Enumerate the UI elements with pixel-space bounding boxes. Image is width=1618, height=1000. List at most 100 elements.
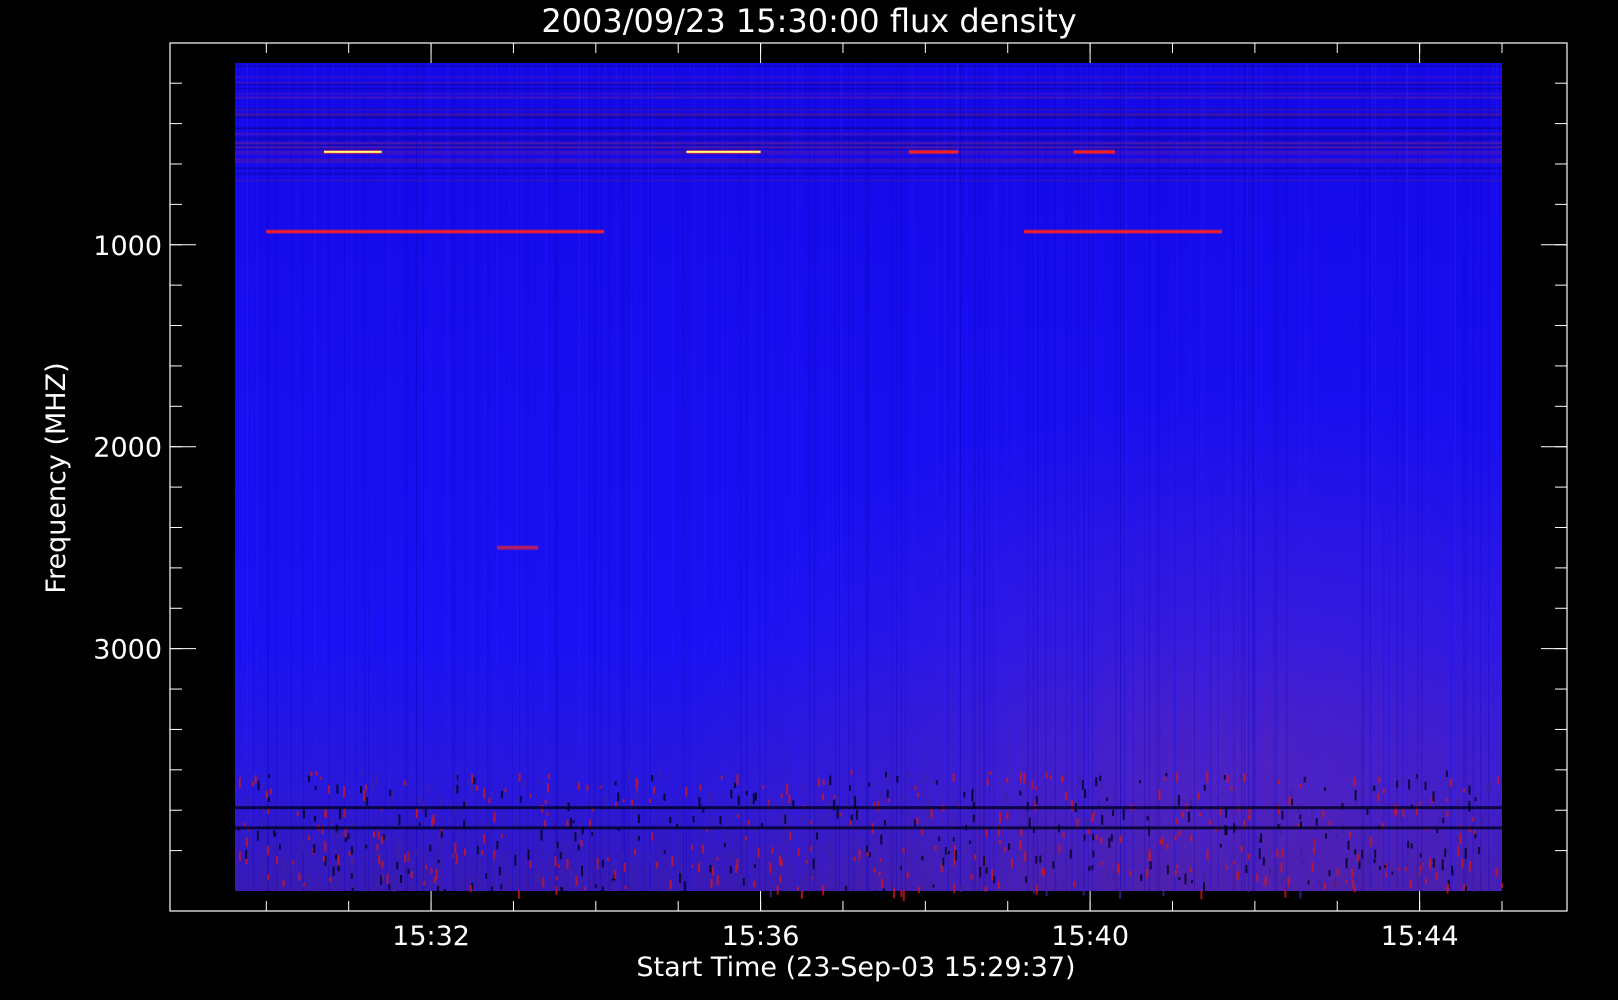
noise-speck [635, 778, 638, 789]
noise-speck [1317, 879, 1320, 885]
texture-streak [983, 63, 985, 891]
noise-speck [514, 854, 517, 866]
texture-streak [351, 63, 353, 891]
noise-speck [513, 815, 516, 822]
noise-dark-band [235, 806, 1502, 810]
noise-speck [594, 884, 597, 888]
noise-speck [424, 808, 427, 817]
texture-streak [1115, 63, 1117, 891]
noise-speck [1336, 833, 1339, 840]
noise-speck [298, 872, 301, 881]
noise-speck [322, 856, 325, 862]
feature-band-core [496, 546, 539, 549]
texture-streak [1014, 63, 1015, 891]
texture-streak [454, 63, 456, 891]
noise-speck [485, 873, 488, 879]
noise-speck [435, 868, 438, 880]
noise-speck [337, 854, 340, 866]
noise-speck [878, 871, 881, 876]
texture-streak [801, 63, 803, 891]
noise-speck [985, 829, 988, 838]
noise-speck [1404, 866, 1407, 872]
noise-speck [1056, 882, 1059, 891]
noise-speck [896, 776, 899, 783]
noise-speck [1319, 877, 1322, 889]
texture-streak [1372, 63, 1374, 891]
texture-streak [770, 63, 772, 891]
noise-speck [728, 874, 731, 882]
noise-speck [315, 771, 318, 776]
noise-speck [296, 811, 299, 816]
noise-speck [437, 859, 440, 864]
noise-speck [440, 798, 443, 807]
noise-speck [1436, 829, 1439, 833]
noise-speck [1243, 773, 1246, 783]
noise-speck [778, 855, 781, 866]
noise-speck [580, 840, 583, 847]
texture-streak [644, 63, 646, 891]
noise-speck [314, 815, 317, 822]
texture-streak [608, 63, 610, 891]
noise-speck [352, 822, 355, 827]
noise-speck [596, 857, 599, 865]
texture-streak [848, 63, 850, 891]
noise-speck [1155, 811, 1157, 815]
texture-streak [1472, 63, 1474, 891]
noise-speck [1281, 849, 1284, 858]
noise-speck [1396, 780, 1399, 788]
texture-streak [911, 63, 913, 891]
noise-speck [898, 861, 901, 870]
noise-speck [1453, 782, 1456, 789]
noise-speck [554, 856, 557, 862]
noise-speck [574, 831, 577, 842]
noise-speck [614, 781, 617, 786]
texture-streak [554, 63, 556, 891]
texture-streak [761, 63, 763, 891]
noise-speck [1353, 886, 1356, 893]
noise-speck [256, 830, 259, 841]
noise-speck [1223, 775, 1226, 780]
noise-speck [351, 887, 354, 894]
noise-speck [637, 814, 640, 824]
texture-streak [578, 63, 580, 891]
noise-speck [1478, 847, 1480, 854]
noise-speck [1023, 773, 1026, 785]
noise-speck [1318, 865, 1321, 870]
texture-streak [344, 63, 346, 891]
noise-speck [1162, 891, 1165, 896]
noise-speck [1178, 877, 1181, 881]
noise-speck [1118, 865, 1120, 874]
noise-speck [343, 807, 346, 818]
noise-speck [527, 849, 530, 860]
texture-streak [1080, 63, 1082, 891]
noise-speck [1447, 845, 1450, 856]
noise-speck [1354, 849, 1357, 855]
noise-speck [319, 776, 322, 780]
noise-speck [406, 782, 409, 786]
noise-speck [1288, 796, 1291, 806]
noise-speck [1284, 886, 1287, 891]
noise-speck [465, 863, 468, 867]
noise-speck [373, 831, 375, 838]
noise-speck [747, 819, 750, 826]
noise-speck [331, 829, 334, 838]
noise-speck [386, 874, 389, 884]
noise-speck [1374, 849, 1377, 859]
noise-speck [1299, 814, 1302, 820]
texture-streak [1217, 63, 1219, 891]
noise-speck [776, 885, 779, 895]
noise-speck [1006, 812, 1009, 820]
texture-streak [1204, 63, 1206, 891]
texture-streak [1174, 63, 1176, 891]
noise-speck [836, 814, 839, 819]
noise-speck [1366, 808, 1369, 815]
noise-speck [749, 796, 752, 807]
noise-speck [438, 832, 441, 844]
noise-speck [410, 871, 413, 878]
noise-speck [1078, 776, 1081, 783]
noise-speck [1019, 771, 1022, 783]
noise-speck [403, 780, 406, 786]
noise-speck [737, 795, 740, 806]
texture-streak [936, 63, 938, 891]
texture-streak [826, 63, 828, 891]
